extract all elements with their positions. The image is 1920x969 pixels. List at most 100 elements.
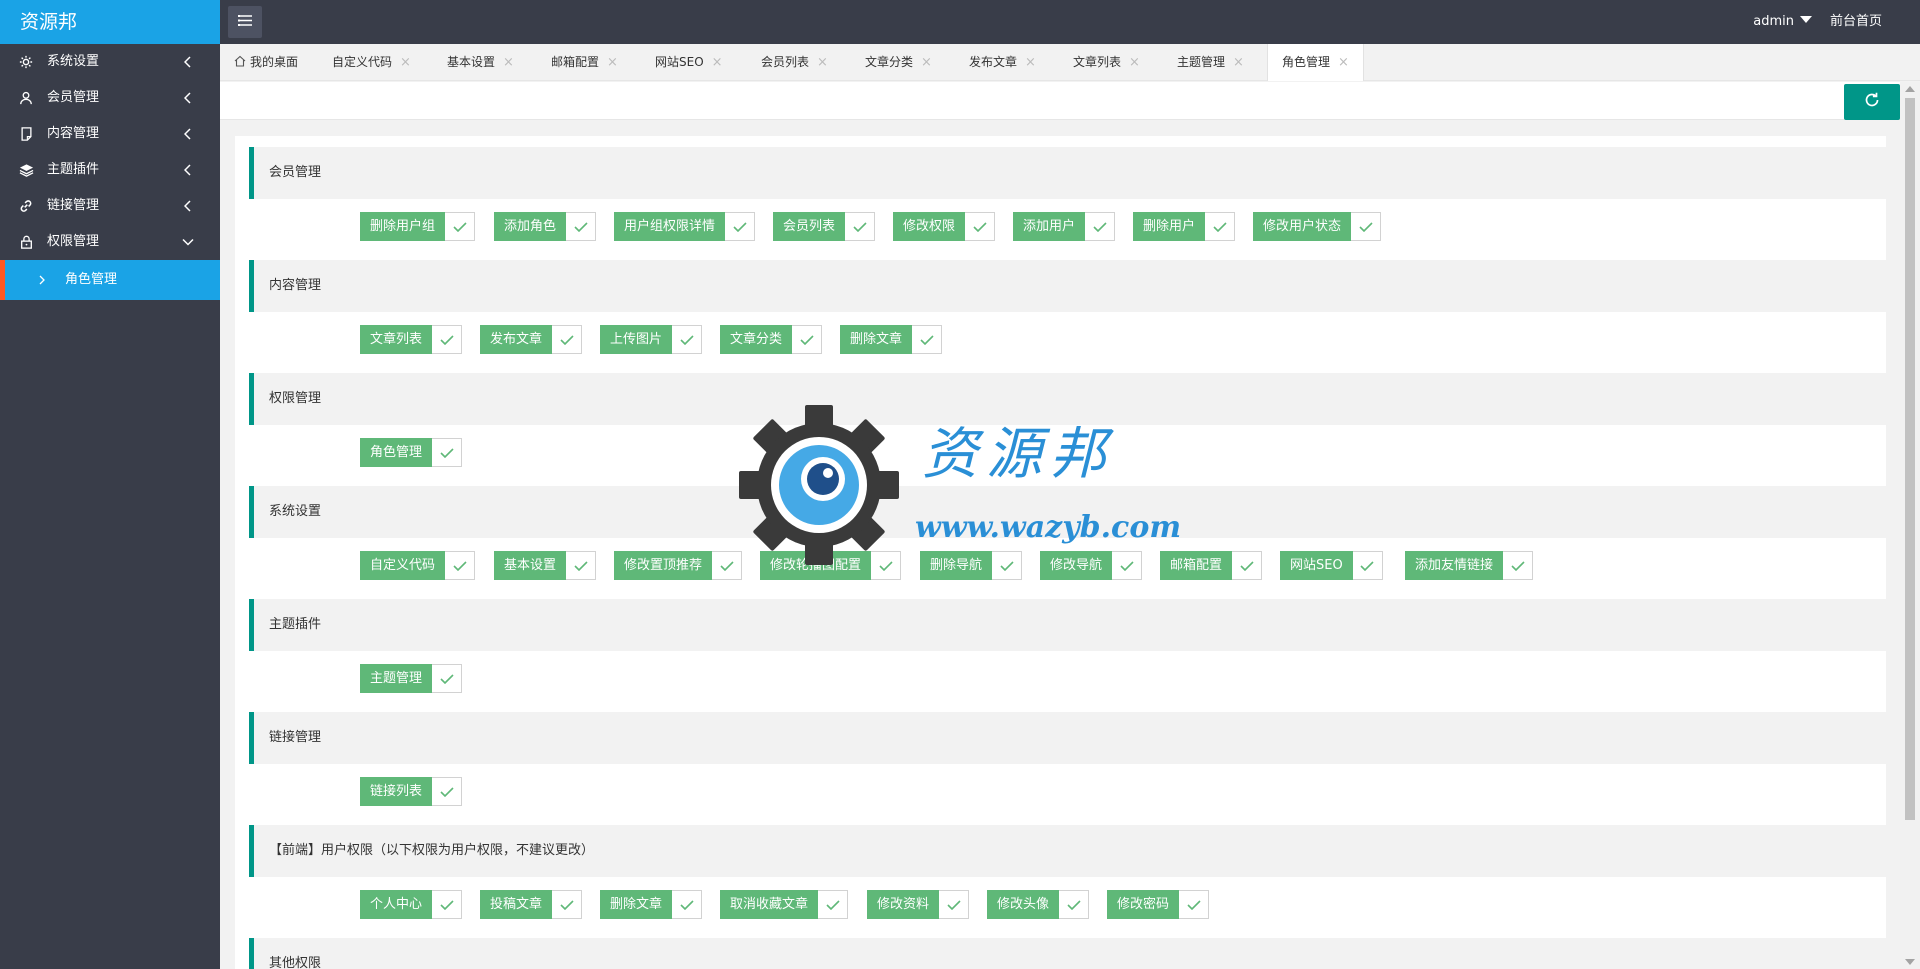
permission-checkbox[interactable]: 投稿文章 [480, 890, 583, 919]
check-icon [432, 890, 463, 919]
tab-role-management[interactable]: 角色管理 × [1267, 44, 1364, 81]
permission-checkbox[interactable]: 修改密码 [1107, 890, 1210, 919]
tab-label: 文章列表 [1073, 55, 1122, 69]
scroll-down-arrow-icon[interactable] [1905, 959, 1915, 965]
permission-checkbox[interactable]: 用户组权限详情 [614, 212, 756, 241]
tab-mail-config[interactable]: 邮箱配置 × [551, 44, 618, 81]
permission-checkbox[interactable]: 会员列表 [773, 212, 876, 241]
permission-checkbox[interactable]: 邮箱配置 [1160, 551, 1263, 580]
permission-checkbox[interactable]: 文章列表 [360, 325, 463, 354]
checkbox-label: 修改权限 [893, 212, 966, 241]
permission-checkbox[interactable]: 删除用户 [1133, 212, 1236, 241]
home-link[interactable]: 前台首页 [1830, 0, 1882, 44]
sidebar-item-system[interactable]: 系统设置 [0, 44, 220, 80]
close-icon[interactable]: × [1025, 55, 1036, 70]
close-icon[interactable]: × [607, 55, 618, 70]
check-icon [1112, 551, 1143, 580]
top-header: admin 前台首页 [220, 0, 1920, 44]
vertical-scrollbar[interactable] [1900, 82, 1920, 969]
sidebar-item-label: 会员管理 [47, 90, 100, 105]
checkbox-label: 删除文章 [600, 890, 673, 919]
user-menu[interactable]: admin [1753, 0, 1812, 44]
sidebar-item-content[interactable]: 内容管理 [0, 116, 220, 152]
close-icon[interactable]: × [400, 55, 411, 70]
checkbox-label: 修改密码 [1107, 890, 1180, 919]
sidebar-subitem-roles[interactable]: 角色管理 [0, 260, 220, 300]
section-header: 系统设置 [249, 486, 1886, 538]
permission-checkbox[interactable]: 修改轮播图配置 [760, 551, 902, 580]
checkbox-label: 删除文章 [840, 325, 913, 354]
permission-checkbox[interactable]: 取消收藏文章 [720, 890, 849, 919]
tab-custom-code[interactable]: 自定义代码 × [332, 44, 411, 81]
permission-checkbox[interactable]: 修改资料 [867, 890, 970, 919]
permission-checkbox[interactable]: 链接列表 [360, 777, 463, 806]
close-icon[interactable]: × [712, 55, 723, 70]
chevron-right-icon [39, 260, 45, 300]
sidebar-item-members[interactable]: 会员管理 [0, 80, 220, 116]
permission-checkbox[interactable]: 角色管理 [360, 438, 463, 467]
content-toolbar [220, 82, 1900, 120]
close-icon[interactable]: × [817, 55, 828, 70]
tab-publish-article[interactable]: 发布文章 × [969, 44, 1036, 81]
checkbox-label: 修改头像 [987, 890, 1060, 919]
permission-checkbox[interactable]: 发布文章 [480, 325, 583, 354]
permission-checkbox[interactable]: 基本设置 [494, 551, 597, 580]
permission-checkbox[interactable]: 添加角色 [494, 212, 597, 241]
caret-down-icon [1800, 16, 1812, 23]
app-logo[interactable]: 资源邦 [0, 0, 220, 44]
permission-checkbox[interactable]: 修改导航 [1040, 551, 1143, 580]
close-icon[interactable]: × [1129, 55, 1140, 70]
sidebar-item-links[interactable]: 链接管理 [0, 188, 220, 224]
permission-checkbox[interactable]: 修改用户状态 [1253, 212, 1382, 241]
check-icon [1205, 212, 1236, 241]
close-icon[interactable]: × [1338, 55, 1349, 70]
tab-article-category[interactable]: 文章分类 × [865, 44, 932, 81]
checkbox-label: 投稿文章 [480, 890, 553, 919]
tab-label: 文章分类 [865, 55, 914, 69]
check-icon [432, 438, 463, 467]
check-icon [871, 551, 902, 580]
permission-checkbox[interactable]: 修改权限 [893, 212, 996, 241]
permission-checkbox[interactable]: 添加友情链接 [1405, 551, 1534, 580]
close-icon[interactable]: × [503, 55, 514, 70]
tab-site-seo[interactable]: 网站SEO × [655, 44, 723, 81]
permission-checkbox[interactable]: 主题管理 [360, 664, 463, 693]
checkbox-label: 主题管理 [360, 664, 433, 693]
checkbox-label: 添加角色 [494, 212, 567, 241]
tab-bar: 我的桌面 自定义代码 × 基本设置 × 邮箱配置 × 网站SEO × 会员列表 × 文章分… [220, 44, 1920, 81]
scroll-up-arrow-icon[interactable] [1905, 86, 1915, 92]
permission-checkbox[interactable]: 删除文章 [840, 325, 943, 354]
menu-toggle-button[interactable] [228, 6, 262, 38]
permission-checkbox[interactable]: 添加用户 [1013, 212, 1116, 241]
permission-checkbox[interactable]: 上传图片 [600, 325, 703, 354]
scrollbar-thumb[interactable] [1905, 98, 1915, 820]
permission-checkbox[interactable]: 自定义代码 [360, 551, 476, 580]
permission-checkbox[interactable]: 修改头像 [987, 890, 1090, 919]
check-icon [432, 664, 463, 693]
close-icon[interactable]: × [921, 55, 932, 70]
check-icon [432, 325, 463, 354]
tab-label: 发布文章 [969, 55, 1018, 69]
tab-basic-settings[interactable]: 基本设置 × [447, 44, 514, 81]
permission-checkbox[interactable]: 个人中心 [360, 890, 463, 919]
permission-checkbox[interactable]: 删除用户组 [360, 212, 476, 241]
tab-article-list[interactable]: 文章列表 × [1073, 44, 1140, 81]
checkbox-label: 删除导航 [920, 551, 993, 580]
tab-theme-management[interactable]: 主题管理 × [1177, 44, 1244, 81]
sidebar-subitem-label: 角色管理 [65, 272, 118, 287]
check-icon [672, 325, 703, 354]
tab-desktop[interactable]: 我的桌面 [234, 44, 298, 81]
sidebar-item-permissions[interactable]: 权限管理 [0, 224, 220, 260]
tab-member-list[interactable]: 会员列表 × [761, 44, 828, 81]
chevron-left-icon [184, 80, 192, 116]
permission-checkbox[interactable]: 修改置顶推荐 [614, 551, 743, 580]
user-name: admin [1753, 14, 1794, 29]
check-icon [1503, 551, 1534, 580]
close-icon[interactable]: × [1233, 55, 1244, 70]
permission-checkbox[interactable]: 删除导航 [920, 551, 1023, 580]
permission-checkbox[interactable]: 文章分类 [720, 325, 823, 354]
permission-checkbox[interactable]: 网站SEO [1280, 551, 1383, 580]
permission-checkbox[interactable]: 删除文章 [600, 890, 703, 919]
sidebar-item-themes[interactable]: 主题插件 [0, 152, 220, 188]
refresh-button[interactable] [1844, 84, 1900, 120]
